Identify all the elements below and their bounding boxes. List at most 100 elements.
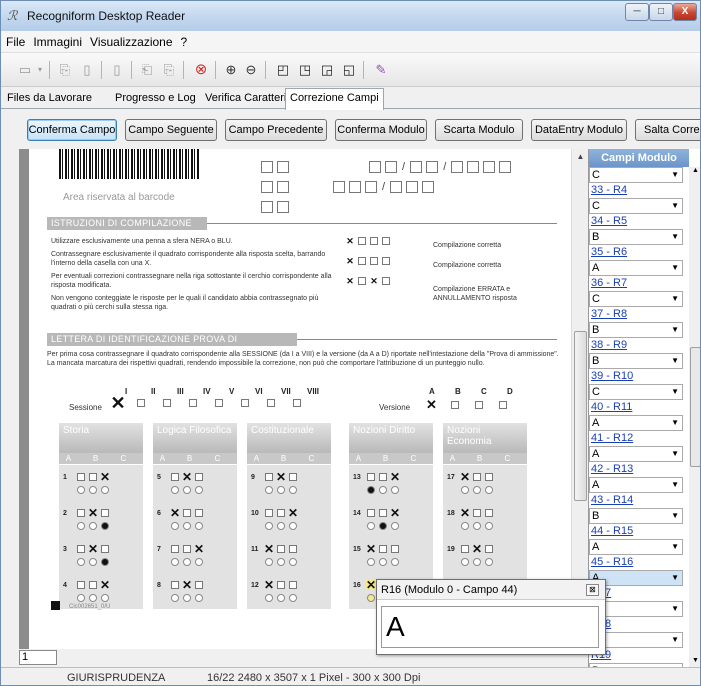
tab-files-da-lavorare[interactable]: Files da Lavorare — [3, 89, 96, 109]
menu-file[interactable]: File — [1, 31, 28, 49]
field-label[interactable]: 39 - R10 — [589, 369, 689, 384]
instruction-2: Contrassegnare esclusivamente il quadrat… — [51, 251, 326, 267]
tab-verifica-caratteri[interactable]: Verifica Caratteri — [201, 89, 290, 109]
chevron-down-icon[interactable]: ▼ — [671, 292, 679, 306]
status-bar: GIURISPRUDENZA 16/22 2480 x 3507 x 1 Pix… — [1, 667, 700, 685]
campo-precedente-button[interactable]: Campo Precedente — [225, 119, 327, 141]
field-label[interactable]: 37 - R8 — [589, 307, 689, 322]
title-bar[interactable]: ℛ Recogniform Desktop Reader ─ □ X — [1, 1, 700, 31]
field-select[interactable]: C ▼ — [589, 198, 683, 214]
fit-height-icon[interactable]: ◲ — [317, 60, 337, 80]
chevron-down-icon[interactable]: ▼ — [671, 540, 679, 554]
popup-value-input[interactable]: A — [381, 606, 599, 648]
chevron-down-icon[interactable]: ▼ — [671, 509, 679, 523]
question-cell: 2 ✕ — [59, 501, 143, 537]
question-cell: 3 ✕ — [59, 537, 143, 573]
scan-icon[interactable]: ⎘ — [55, 60, 75, 80]
maximize-button[interactable]: □ — [649, 3, 673, 21]
next-page-icon[interactable]: ⎘ — [159, 60, 179, 80]
field-select[interactable]: A ▼ — [589, 415, 683, 431]
campo-seguente-button[interactable]: Campo Seguente — [125, 119, 217, 141]
chevron-down-icon[interactable]: ▼ — [671, 478, 679, 492]
conferma-modulo-button[interactable]: Conferma Modulo — [335, 119, 427, 141]
abc-header: A B C — [349, 453, 433, 464]
fit-width-icon[interactable]: ◳ — [295, 60, 315, 80]
field-label[interactable]: 35 - R6 — [589, 245, 689, 260]
field-label[interactable]: 44 - R15 — [589, 524, 689, 539]
viewer-scrollbar[interactable]: ▲ ▼ — [571, 149, 588, 649]
chevron-down-icon[interactable]: ▼ — [671, 354, 679, 368]
conferma-campo-button[interactable]: Conferma Campo — [27, 119, 117, 141]
salta-correzione-button[interactable]: Salta Correzion — [635, 119, 700, 141]
instruction-3: Per eventuali correzioni contrassegnare … — [51, 273, 332, 289]
stop-icon[interactable]: ⊗ — [191, 60, 211, 80]
subject-costituzionale: Costituzionale — [247, 423, 331, 453]
chevron-down-icon[interactable]: ▼ — [671, 447, 679, 461]
field-select[interactable]: A ▼ — [589, 539, 683, 555]
field-select[interactable]: B▼ — [589, 353, 683, 369]
field-select[interactable]: B▼ — [589, 229, 683, 245]
scanned-page: Area riservata al barcode / / / ISTRUZIO… — [29, 149, 571, 649]
field-label[interactable]: 41 - R12 — [589, 431, 689, 446]
previous-page-icon[interactable]: ⎗ — [137, 60, 157, 80]
field-label[interactable]: 36 - R7 — [589, 276, 689, 291]
tab-progresso-e-log[interactable]: Progresso e Log — [111, 89, 200, 109]
field-label[interactable]: 33 - R4 — [589, 183, 689, 198]
field-select[interactable]: A ▼ — [589, 446, 683, 462]
field-label[interactable]: 40 - R11 — [589, 400, 689, 415]
field-select[interactable]: C ▼ — [589, 167, 683, 183]
question-cell: 17 ✕ — [443, 465, 527, 501]
field-select[interactable]: C ▼ — [589, 291, 683, 307]
document-icon[interactable]: ▯ — [107, 60, 127, 80]
legend-label-1: Compilazione corretta — [433, 242, 502, 249]
field-select[interactable]: B▼ — [589, 508, 683, 524]
zoom-out-icon[interactable]: ⊖ — [241, 60, 261, 80]
scarta-modulo-button[interactable]: Scarta Modulo — [435, 119, 523, 141]
zoom-in-icon[interactable]: ⊕ — [221, 60, 241, 80]
close-button[interactable]: X — [673, 3, 697, 21]
field-select[interactable]: C ▼ — [589, 384, 683, 400]
menu-help[interactable]: ? — [176, 31, 191, 49]
field-select[interactable]: B▼ — [589, 322, 683, 338]
scroll-thumb[interactable] — [690, 347, 700, 467]
minimize-button[interactable]: ─ — [625, 3, 649, 21]
field-select[interactable]: A ▼ — [589, 477, 683, 493]
chevron-down-icon[interactable]: ▼ — [671, 571, 679, 585]
actual-size-icon[interactable]: ◱ — [339, 60, 359, 80]
document-viewer[interactable]: Area riservata al barcode / / / ISTRUZIO… — [19, 149, 571, 649]
popup-close-icon[interactable]: ⊠ — [586, 584, 599, 596]
fit-page-icon[interactable]: ◰ — [273, 60, 293, 80]
page-number-input[interactable]: 1 — [19, 650, 57, 665]
chevron-down-icon[interactable]: ▼ — [671, 199, 679, 213]
field-label[interactable]: 43 - R14 — [589, 493, 689, 508]
dropdown-icon[interactable]: ▾ — [35, 60, 45, 80]
page-icon[interactable]: ▯ — [77, 60, 97, 80]
toolbar: ▭ ▾ ⎘ ▯ ▯ ⎗ ⎘ ⊗ ⊕ ⊖ ◰ ◳ ◲ ◱ ✎ — [1, 53, 700, 87]
scroll-up-icon[interactable]: ▲ — [572, 149, 589, 165]
scroll-thumb[interactable] — [574, 331, 587, 501]
field-select[interactable]: A ▼ — [589, 260, 683, 276]
question-cell: 13 ✕ — [349, 465, 433, 501]
chevron-down-icon[interactable]: ▼ — [671, 602, 679, 616]
scroll-down-icon[interactable]: ▼ — [689, 657, 700, 664]
tab-correzione-campi[interactable]: Correzione Campi — [285, 88, 384, 110]
instruction-4: Non vengono conteggiate le risposte per … — [51, 295, 319, 311]
chevron-down-icon[interactable]: ▼ — [671, 633, 679, 647]
tab-bar: Files da Lavorare Progresso e Log Verifi… — [1, 87, 700, 110]
chevron-down-icon[interactable]: ▼ — [671, 416, 679, 430]
open-folder-icon[interactable]: ▭ — [15, 60, 35, 80]
menu-immagini[interactable]: Immagini — [28, 31, 85, 49]
scroll-up-icon[interactable]: ▲ — [689, 167, 700, 174]
menu-visualizzazione[interactable]: Visualizzazione — [85, 31, 176, 49]
field-label[interactable]: 45 - R16 — [589, 555, 689, 570]
chevron-down-icon[interactable]: ▼ — [671, 385, 679, 399]
fields-scrollbar[interactable]: ▲ ▼ — [689, 167, 700, 672]
field-label[interactable]: 42 - R13 — [589, 462, 689, 477]
chevron-down-icon[interactable]: ▼ — [671, 323, 679, 337]
chevron-down-icon[interactable]: ▼ — [671, 230, 679, 244]
field-label[interactable]: 34 - R5 — [589, 214, 689, 229]
chevron-down-icon[interactable]: ▼ — [671, 261, 679, 275]
settings-icon[interactable]: ✎ — [371, 60, 391, 80]
field-label[interactable]: 38 - R9 — [589, 338, 689, 353]
dataentry-modulo-button[interactable]: DataEntry Modulo — [531, 119, 627, 141]
